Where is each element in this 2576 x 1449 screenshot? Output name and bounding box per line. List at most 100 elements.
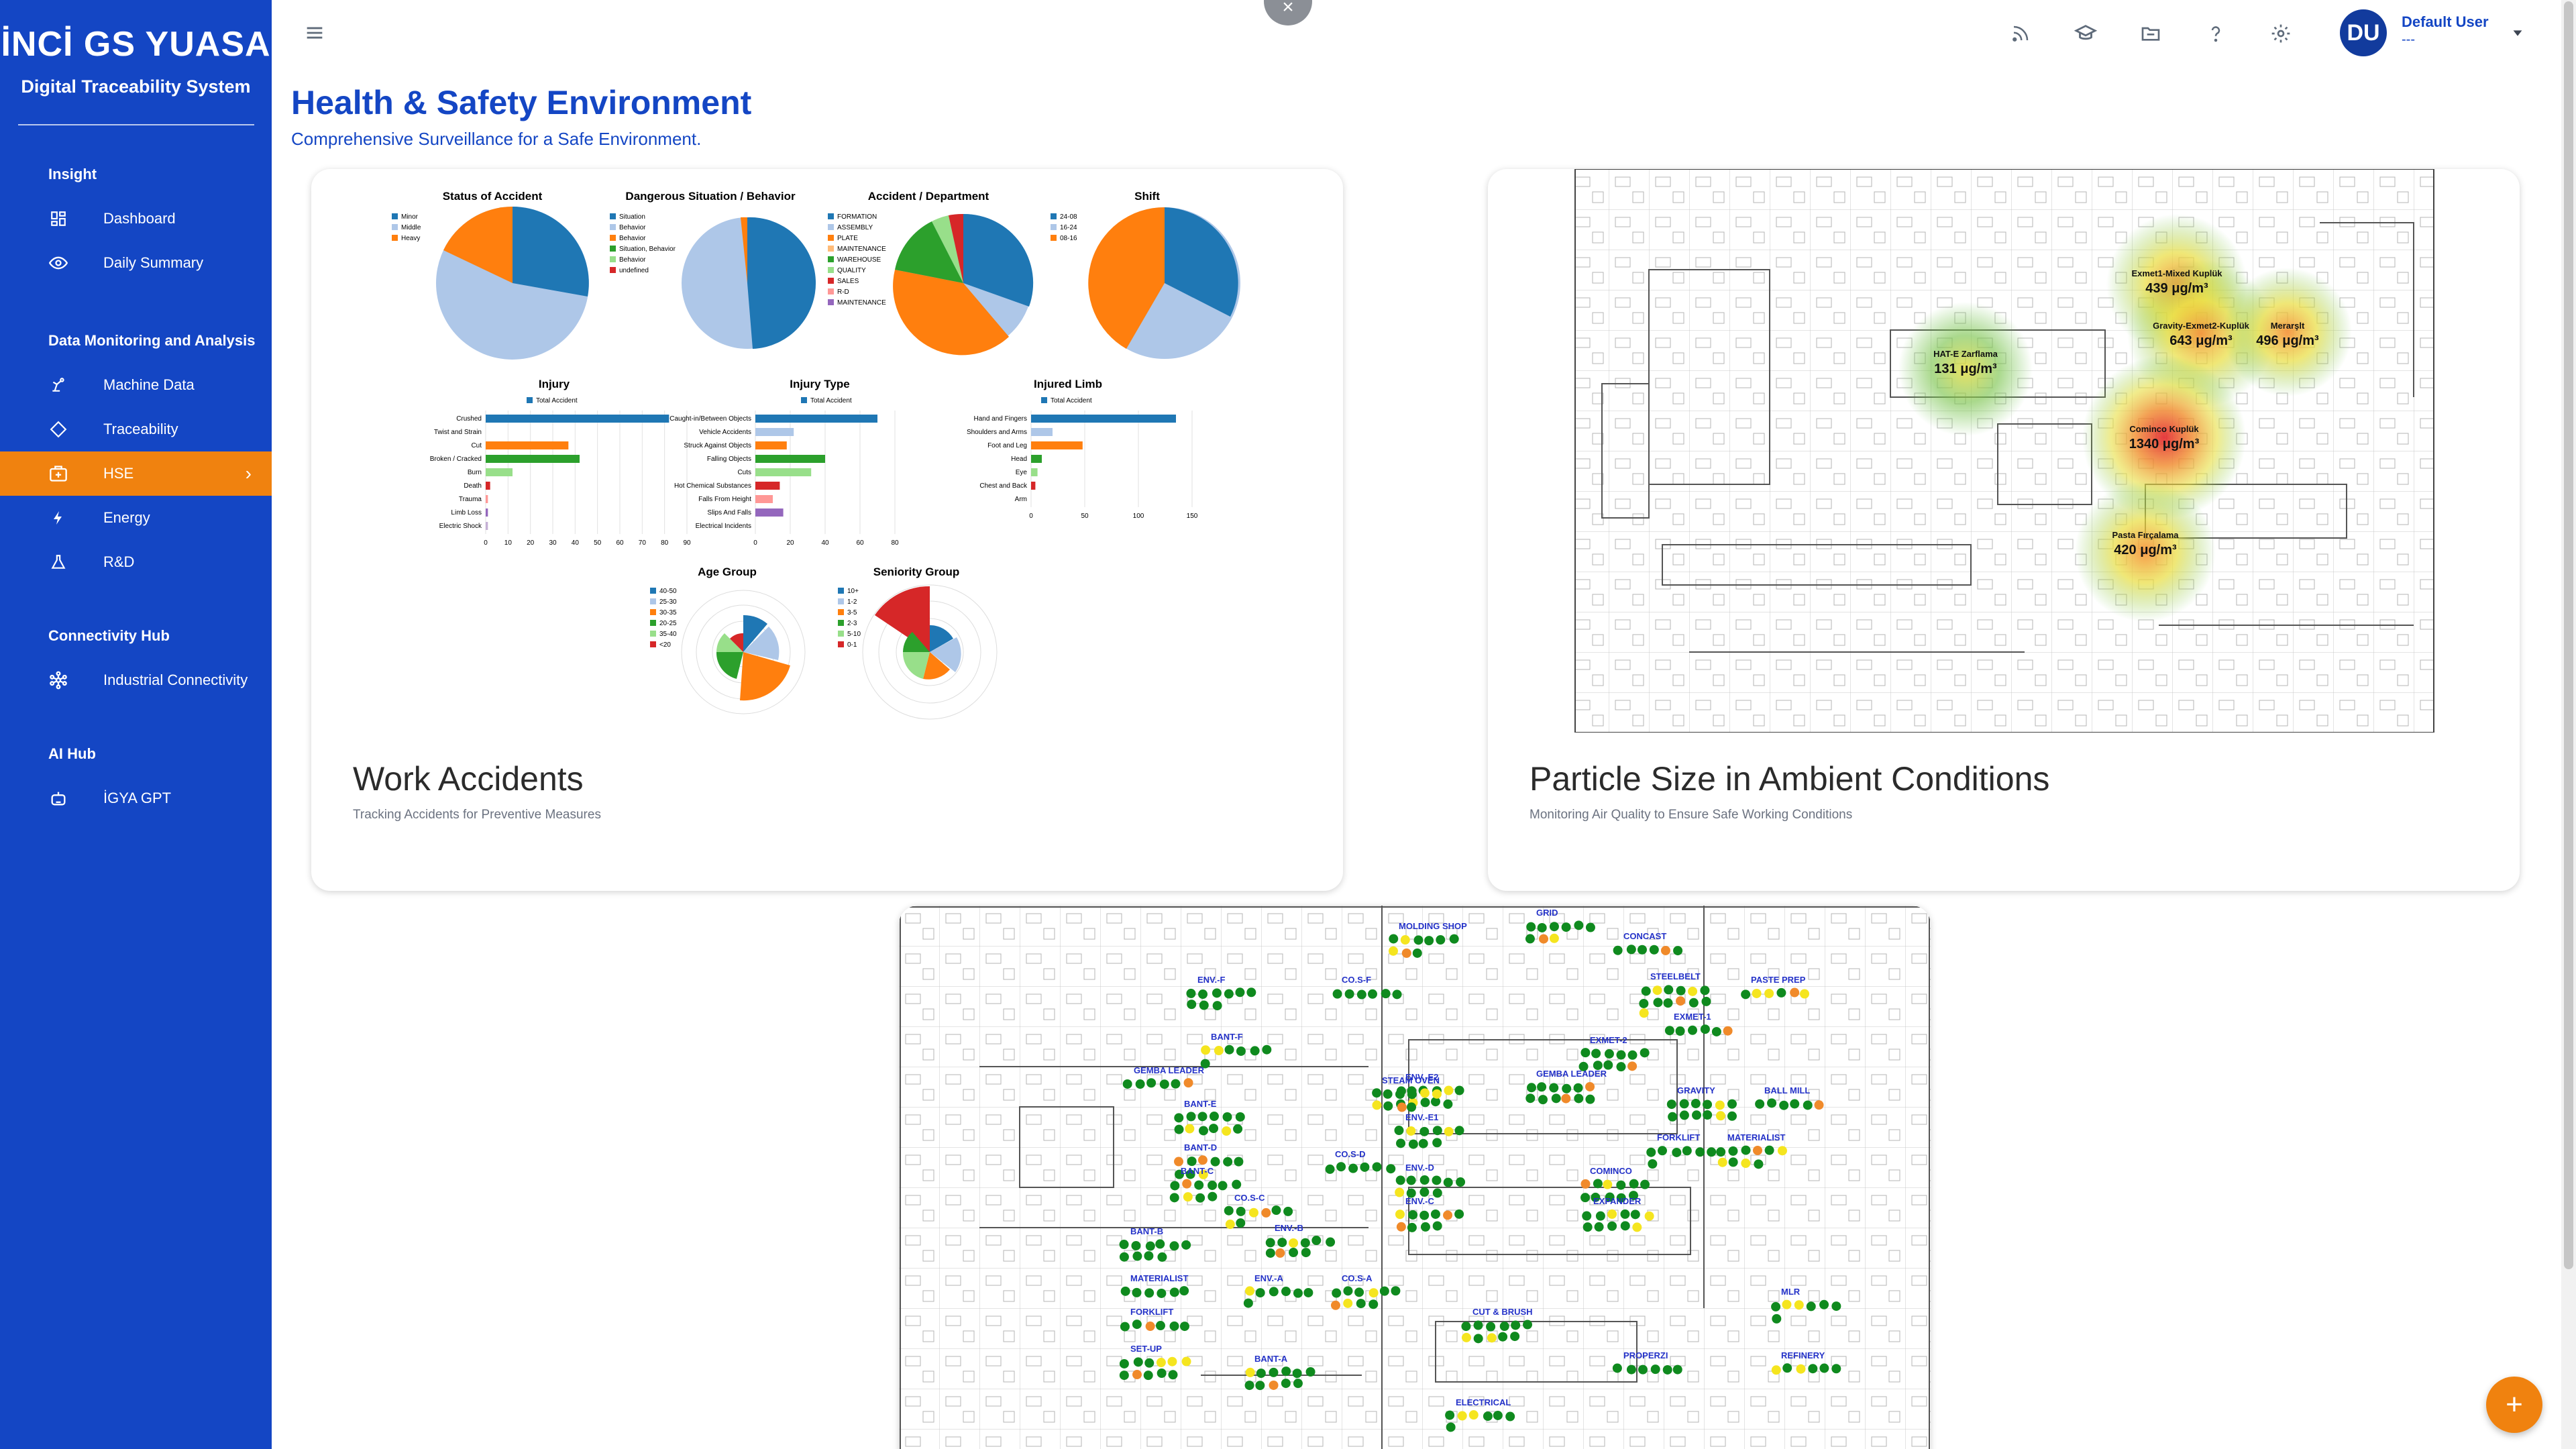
svg-text:Total Accident: Total Accident xyxy=(810,397,852,405)
sidebar-item-daily-summary[interactable]: Daily Summary xyxy=(0,241,272,285)
legend-item: 20-25 xyxy=(659,620,677,627)
sensor-dot xyxy=(1209,1124,1219,1134)
sensor-dot xyxy=(1255,1288,1265,1298)
sensor-zone-label: MOLDING SHOP xyxy=(1399,921,1467,931)
sensor-dot xyxy=(1672,1364,1682,1375)
page-scrollbar[interactable] xyxy=(2561,0,2576,1449)
sidebar-item-industrial-connectivity[interactable]: Industrial Connectivity xyxy=(0,658,272,702)
sidebar-item-label: Traceability xyxy=(103,421,178,437)
rss-icon[interactable] xyxy=(2006,19,2035,48)
sensor-dot xyxy=(1412,948,1422,958)
work-accidents-card[interactable]: Status of Accident Minor Middle Heavy Da… xyxy=(311,169,1343,891)
sensor-dot xyxy=(1539,934,1549,944)
brand-logo[interactable]: İNCİ GS YUASA xyxy=(0,24,272,64)
sensor-dot xyxy=(1639,998,1649,1008)
sidebar-item-hse[interactable]: HSE › xyxy=(0,451,272,496)
sensor-dot xyxy=(1741,1159,1751,1169)
user-name[interactable]: Default User xyxy=(2402,13,2489,31)
brand-subtitle: Digital Traceability System xyxy=(21,76,251,97)
sensor-dot xyxy=(1174,1157,1184,1167)
sensor-dot xyxy=(1688,986,1698,996)
sensor-dot xyxy=(1197,1155,1208,1165)
avatar[interactable]: DU xyxy=(2340,9,2387,56)
sidebar-item-igya-gpt[interactable]: İGYA GPT xyxy=(0,776,272,820)
sensor-map-card[interactable]: MOLDING SHOP GRID CONCAST STEELBELT PASTE PR… xyxy=(899,906,1931,1449)
chevron-down-icon[interactable] xyxy=(2510,25,2525,44)
sensor-dot xyxy=(1348,1163,1358,1173)
bar xyxy=(1031,428,1053,436)
sensor-dot xyxy=(1368,1288,1379,1298)
sensor-dot xyxy=(1752,988,1762,998)
sensor-dot xyxy=(1392,989,1402,1000)
bar xyxy=(755,468,812,476)
sensor-dot xyxy=(1653,998,1663,1008)
bar-label: Falling Objects xyxy=(707,455,751,463)
sensor-dot xyxy=(1183,1078,1193,1088)
sensor-dot xyxy=(1372,1162,1382,1172)
sensor-dot xyxy=(1814,1100,1824,1110)
sensor-zone-label: ENV.-E1 xyxy=(1405,1112,1438,1122)
sensor-dot xyxy=(1236,1218,1246,1228)
sensor-dot xyxy=(1688,998,1699,1008)
sidebar-item-energy[interactable]: Energy xyxy=(0,496,272,540)
help-icon[interactable] xyxy=(2201,19,2231,48)
sensor-dot xyxy=(1454,1126,1464,1136)
sensor-dot xyxy=(1261,1208,1271,1218)
sensor-dot xyxy=(1289,1248,1299,1258)
close-button[interactable]: × xyxy=(1264,0,1312,25)
sensor-zone-label: EXPANDER xyxy=(1593,1196,1642,1206)
sensor-zone-label: CUT & BRUSH xyxy=(1472,1307,1533,1317)
sensor-dot xyxy=(1819,1299,1829,1309)
sensor-dot xyxy=(1146,1078,1157,1088)
sensor-dot xyxy=(1796,1364,1806,1374)
sensor-dot xyxy=(1511,1320,1521,1330)
bar-chart-injury-type: Injury Type Total Accident 0 20 40 60 80 Caug… xyxy=(669,378,899,547)
sensor-dot xyxy=(1444,1126,1454,1136)
tick-label: 80 xyxy=(891,539,899,547)
sensor-dot xyxy=(1395,1210,1405,1220)
sensor-dot xyxy=(1181,1240,1191,1250)
sensor-dot xyxy=(1171,1079,1181,1089)
sensor-dot xyxy=(1372,1088,1382,1098)
sensor-dot xyxy=(1311,1236,1322,1246)
sensor-dot xyxy=(1255,1381,1265,1391)
bar xyxy=(755,415,877,423)
reading-name: HAT-E Zarflama xyxy=(1933,349,1998,359)
gear-icon[interactable] xyxy=(2266,19,2296,48)
add-button[interactable]: + xyxy=(2486,1377,2542,1433)
legend-item: PLATE xyxy=(837,235,858,242)
sensor-dot xyxy=(1723,1026,1733,1036)
sensor-dot xyxy=(1344,989,1354,999)
sensor-dot xyxy=(1155,1239,1165,1249)
sensor-dot xyxy=(1525,1093,1536,1104)
sensor-dot xyxy=(1432,1089,1442,1099)
sensor-dot xyxy=(1717,1157,1727,1167)
legend-item: ASSEMBLY xyxy=(837,224,873,231)
bar-label: Hand and Fingers xyxy=(974,415,1028,423)
sensor-dot xyxy=(1332,989,1342,999)
svg-text:Total Accident: Total Accident xyxy=(536,397,578,405)
sensor-dot xyxy=(1159,1079,1169,1089)
sensor-dot xyxy=(1133,1357,1143,1367)
scrollbar-thumb[interactable] xyxy=(2564,1,2573,1269)
sidebar-item-traceability[interactable]: Traceability xyxy=(0,407,272,451)
bar-label: Chest and Back xyxy=(979,482,1028,490)
sidebar-item-machine-data[interactable]: Machine Data xyxy=(0,363,272,407)
menu-toggle-icon[interactable] xyxy=(303,21,326,44)
sensor-zone-label: BALL MILL xyxy=(1764,1085,1810,1095)
sidebar-item-dashboard[interactable]: Dashboard xyxy=(0,197,272,241)
sensor-dot xyxy=(1585,1081,1595,1091)
sensor-dot xyxy=(1790,987,1800,998)
sensor-dot xyxy=(1235,987,1245,998)
sensor-dot xyxy=(1779,1100,1789,1110)
folder-icon[interactable] xyxy=(2136,19,2165,48)
sensor-zone-label: COMINCO xyxy=(1590,1166,1632,1176)
particle-size-card[interactable]: Exmet1-Mixed Kuplük 439 μg/m³ Gravity-Ex… xyxy=(1488,169,2520,891)
graduation-cap-icon[interactable] xyxy=(2071,19,2100,48)
sensor-dot xyxy=(1754,1159,1764,1169)
tick-label: 30 xyxy=(549,539,557,547)
sensor-dot xyxy=(1145,1241,1155,1251)
sensor-dot xyxy=(1461,1332,1471,1342)
bar xyxy=(755,495,773,503)
sidebar-item-rnd[interactable]: R&D xyxy=(0,540,272,584)
